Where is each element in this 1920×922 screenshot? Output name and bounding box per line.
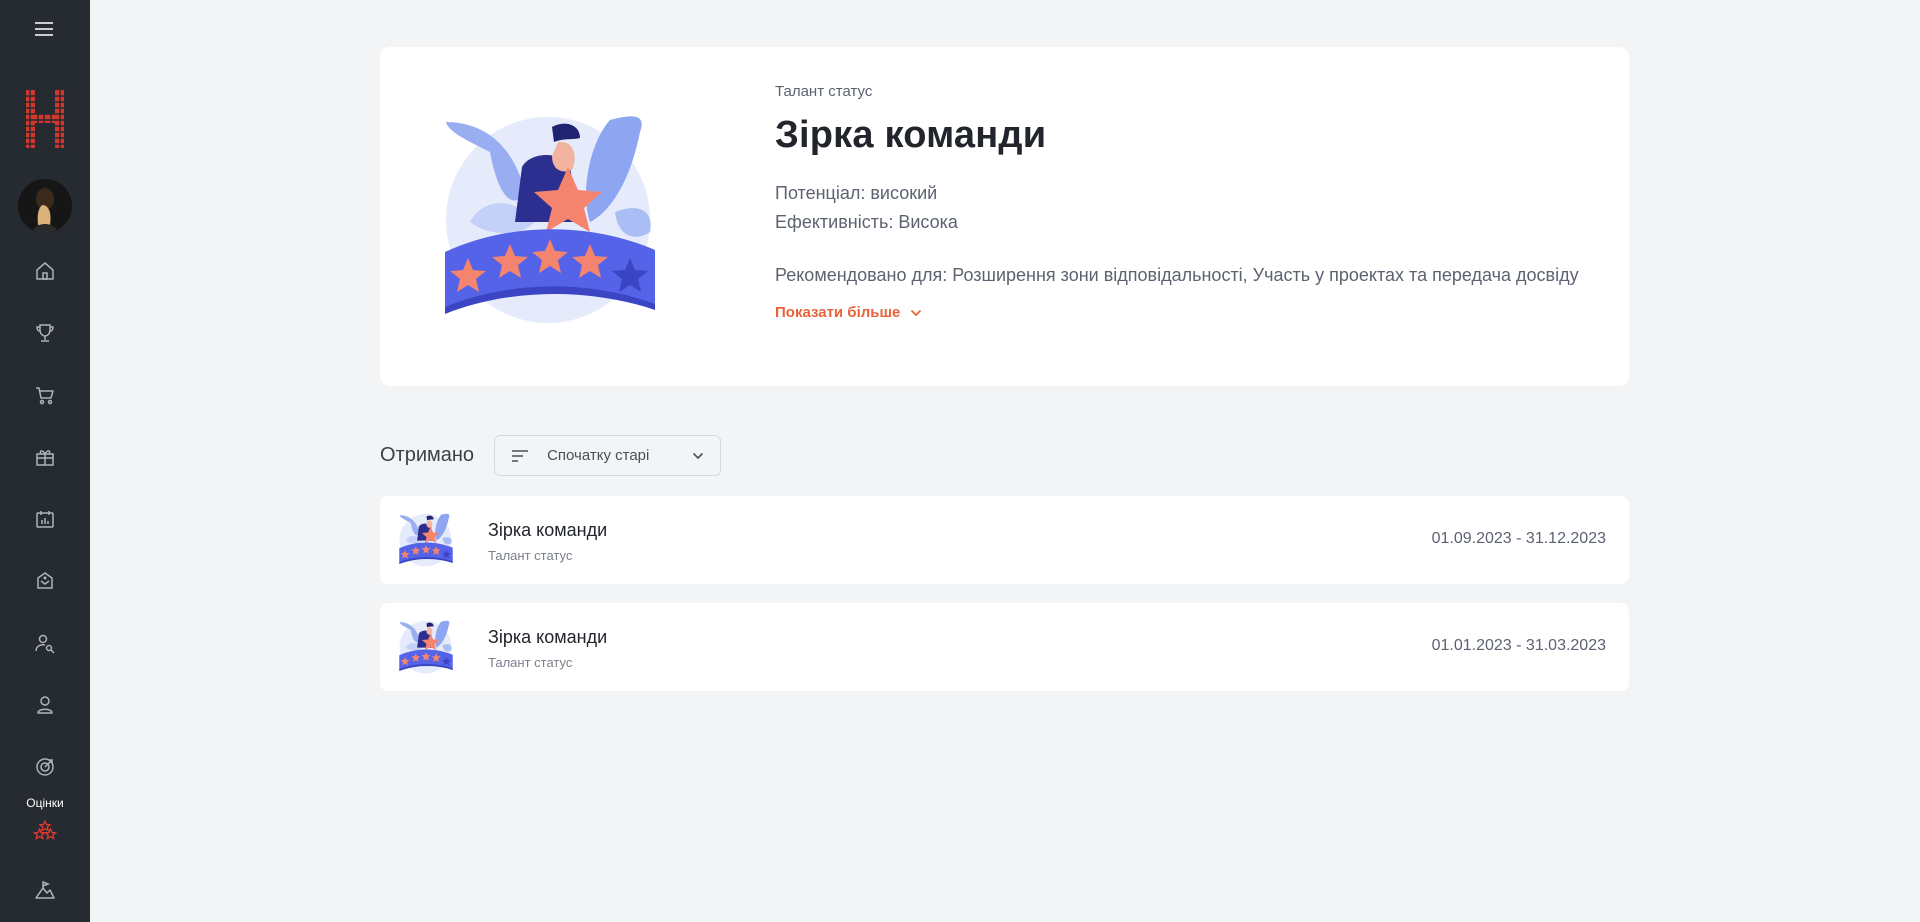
show-more-button[interactable]: Показати більше: [775, 304, 922, 321]
sidebar-item-career[interactable]: [31, 876, 59, 904]
team-star-thumbnail: [398, 512, 454, 568]
sort-select[interactable]: Спочатку старі: [494, 435, 722, 476]
talent-status-card: Талант статус Зірка команди Потенціал: в…: [380, 47, 1629, 386]
calendar-icon: [36, 511, 54, 528]
sidebar-item-ratings[interactable]: [31, 816, 59, 844]
team-star-thumbnail: [398, 619, 454, 675]
target-icon: [36, 758, 54, 776]
efficiency-text: Ефективність: Висока: [775, 212, 958, 232]
list-item[interactable]: Зірка команди Талант статус 01.01.2023 -…: [380, 603, 1629, 691]
sidebar-item-calendar[interactable]: [31, 505, 59, 533]
gift-icon: [36, 450, 54, 466]
chevron-down-icon: [911, 309, 922, 316]
user-search-icon: [35, 634, 55, 654]
list-item-subtitle: Талант статус: [488, 548, 573, 563]
mountain-icon: [35, 880, 55, 899]
sidebar-item-home[interactable]: [31, 257, 59, 285]
badge-icon: [37, 572, 53, 589]
sidebar-item-shop[interactable]: [31, 381, 59, 409]
home-icon: [36, 262, 54, 280]
trophy-icon: [36, 324, 54, 342]
sidebar: Оцінки: [0, 0, 90, 922]
team-star-illustration: [440, 112, 660, 327]
received-title: Отримано: [380, 444, 475, 466]
sidebar-item-label: Оцінки: [26, 796, 64, 810]
user-icon: [37, 696, 53, 714]
stars-icon: [33, 819, 57, 840]
sidebar-item-badges[interactable]: [31, 567, 59, 595]
sidebar-item-achievements[interactable]: [31, 319, 59, 347]
show-more-label: Показати більше: [775, 304, 901, 321]
status-title: Зірка команди: [775, 114, 1047, 156]
status-details: Талант статус Зірка команди Потенціал: в…: [775, 83, 1595, 322]
sidebar-item-search-people[interactable]: [31, 629, 59, 657]
received-header: Отримано Спочатку старі: [380, 435, 722, 476]
recommended-text: Рекомендовано для: Розширення зони відпо…: [775, 265, 1579, 285]
sidebar-item-goals[interactable]: [31, 753, 59, 781]
cart-icon: [36, 387, 54, 405]
list-item-period: 01.01.2023 - 31.03.2023: [1431, 637, 1606, 654]
potential-text: Потенціал: високий: [775, 183, 938, 203]
list-item-title: Зірка команди: [488, 520, 608, 540]
avatar[interactable]: [18, 179, 72, 233]
sidebar-item-gifts[interactable]: [31, 443, 59, 471]
list-item-period: 01.09.2023 - 31.12.2023: [1431, 530, 1606, 547]
sidebar-item-profile[interactable]: [31, 691, 59, 719]
logo-icon[interactable]: [24, 88, 66, 150]
sort-icon: [512, 449, 529, 462]
status-kicker: Талант статус: [775, 83, 873, 100]
sort-select-value: Спочатку старі: [547, 447, 650, 464]
menu-icon[interactable]: [33, 19, 57, 39]
list-item[interactable]: Зірка команди Талант статус 01.09.2023 -…: [380, 496, 1629, 584]
chevron-down-icon: [692, 452, 704, 459]
list-item-title: Зірка команди: [488, 627, 608, 647]
list-item-subtitle: Талант статус: [488, 655, 573, 670]
